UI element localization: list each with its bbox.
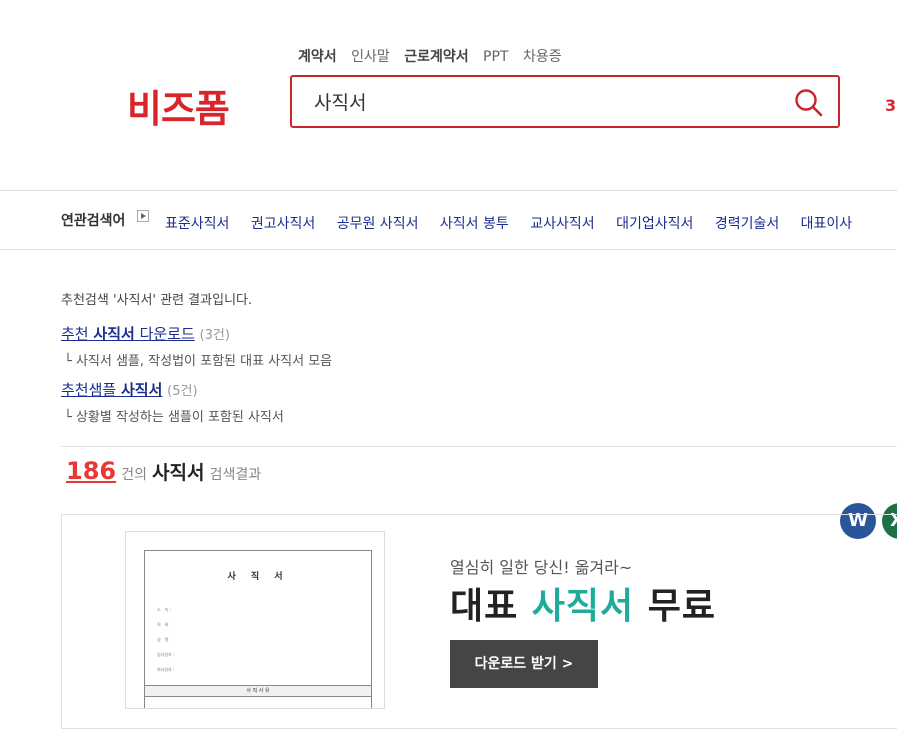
recommend-count: (5건) (167, 384, 198, 399)
header-partial-number: 3 (885, 96, 897, 115)
popular-keyword[interactable]: PPT (483, 49, 508, 65)
search-icon (795, 89, 823, 117)
recommend-link[interactable]: 추천샘플 사직서 (61, 381, 162, 399)
related-keywords-bar: 연관검색어 표준사직서 권고사직서 공무원 사직서 사직서 봉투 교사사직서 대… (0, 190, 897, 250)
result-query: 사직서 (152, 462, 205, 484)
recommend-item: 추천 사직서 다운로드 (3건) (61, 323, 230, 344)
popular-keyword[interactable]: 인사말 (351, 49, 390, 65)
related-expand-icon[interactable] (137, 210, 149, 222)
document-field: 성 명 : (157, 637, 171, 642)
popular-keyword[interactable]: 계약서 (298, 49, 337, 65)
related-keyword[interactable]: 경력기술서 (715, 216, 779, 232)
search-box (290, 75, 840, 128)
promo-banner[interactable]: 사 직 서 소 속 : 직 위 : 성 명 : 입사일자 : 퇴사일자 : 사 … (61, 514, 897, 729)
result-unit: 건의 (121, 467, 147, 483)
search-button[interactable] (794, 88, 824, 118)
result-summary: 186 건의 사직서 검색결과 (66, 457, 261, 485)
document-preview: 사 직 서 소 속 : 직 위 : 성 명 : 입사일자 : 퇴사일자 : 사 … (144, 550, 372, 708)
related-keyword[interactable]: 대표이사 (801, 216, 853, 232)
document-field: 퇴사일자 : (157, 667, 175, 672)
related-keyword[interactable]: 권고사직서 (251, 216, 315, 232)
document-thumbnail[interactable]: 사 직 서 소 속 : 직 위 : 성 명 : 입사일자 : 퇴사일자 : 사 … (125, 531, 385, 709)
related-keyword-list: 표준사직서 권고사직서 공무원 사직서 사직서 봉투 교사사직서 대기업사직서 … (165, 213, 869, 233)
related-keyword[interactable]: 공무원 사직서 (337, 216, 419, 232)
search-input[interactable] (312, 89, 776, 113)
recommend-item: 추천샘플 사직서 (5건) (61, 379, 198, 400)
document-field: 소 속 : (157, 607, 171, 612)
divider (61, 446, 897, 447)
result-label: 검색결과 (209, 467, 262, 483)
document-field: 입사일자 : (157, 652, 175, 657)
recommend-intro: 추천검색 '사직서' 관련 결과입니다. (61, 293, 253, 308)
site-logo[interactable]: 비즈폼 (127, 78, 230, 133)
related-keywords-title: 연관검색어 (61, 213, 126, 229)
popular-keyword[interactable]: 근로계약서 (404, 49, 468, 65)
result-count: 186 (66, 457, 117, 485)
recommend-desc: └ 사직서 샘플, 작성법이 포함된 대표 사직서 모음 (64, 354, 333, 369)
recommend-desc: └ 상황별 작성하는 샘플이 포함된 사직서 (64, 410, 284, 425)
banner-headline: 대표 사직서 무료 (450, 586, 716, 627)
banner-tagline: 열심히 일한 당신! 옮겨라~ (450, 558, 633, 577)
popular-keywords: 계약서 인사말 근로계약서 PPT 차용증 (298, 46, 572, 66)
related-keyword[interactable]: 교사사직서 (530, 216, 594, 232)
document-section-band: 사 직 사 유 (145, 685, 371, 697)
document-preview-title: 사 직 서 (227, 572, 289, 582)
download-button[interactable]: 다운로드 받기 > (450, 640, 598, 688)
recommend-link[interactable]: 추천 사직서 다운로드 (61, 325, 195, 343)
popular-keyword[interactable]: 차용증 (523, 49, 562, 65)
recommend-count: (3건) (199, 328, 230, 343)
document-field: 직 위 : (157, 622, 171, 627)
related-keyword[interactable]: 표준사직서 (165, 216, 229, 232)
related-keyword[interactable]: 사직서 봉투 (440, 216, 509, 232)
related-keyword[interactable]: 대기업사직서 (616, 216, 693, 232)
